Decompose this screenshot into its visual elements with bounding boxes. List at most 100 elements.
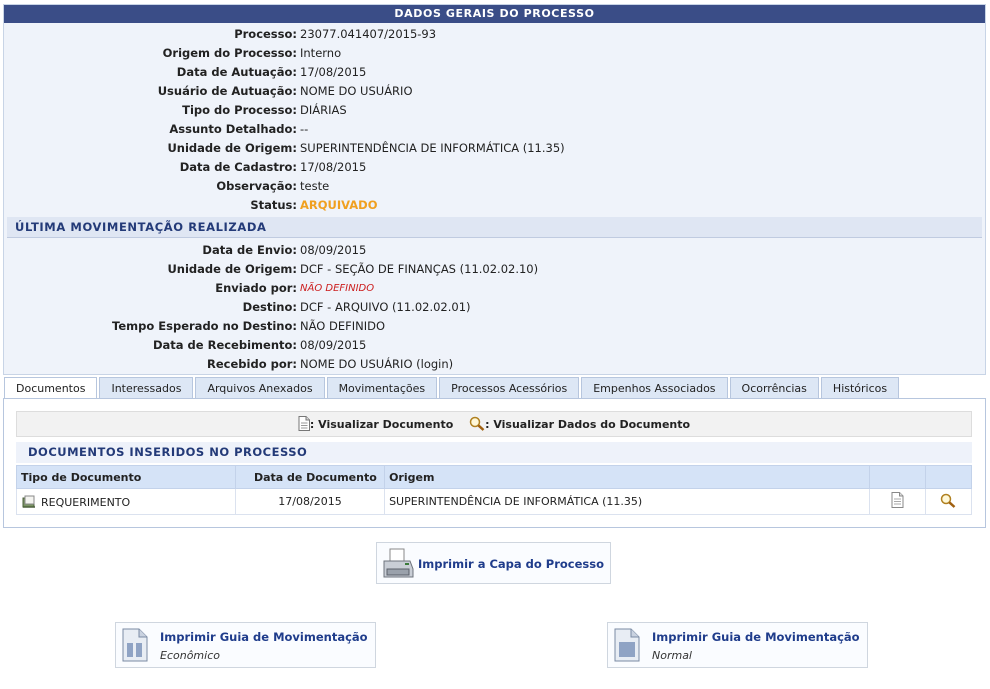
field-value: 08/09/2015 <box>300 243 367 257</box>
field-data-autuacao: Data de Autuação: 17/08/2015 <box>4 63 985 82</box>
field-unidade-origem: Unidade de Origem: SUPERINTENDÊNCIA DE I… <box>4 139 985 158</box>
field-label: Origem do Processo: <box>162 46 297 60</box>
field-label: Processo: <box>234 27 297 41</box>
field-value: -- <box>300 122 309 136</box>
field-tempo-esperado: Tempo Esperado no Destino: NÃO DEFINIDO <box>4 317 985 336</box>
cell-type: REQUERIMENTO <box>16 488 236 515</box>
field-label: Enviado por: <box>215 281 297 295</box>
field-mov-unidade-origem: Unidade de Origem: DCF - SEÇÃO DE FINANÇ… <box>4 260 985 279</box>
magnifier-icon <box>941 493 956 508</box>
tab-empenhos-associados[interactable]: Empenhos Associados <box>581 377 728 398</box>
field-recebido-por: Recebido por: NOME DO USUÁRIO (login) <box>4 355 985 374</box>
process-details-panel: DADOS GERAIS DO PROCESSO Processo: 23077… <box>3 4 986 375</box>
document-icon <box>891 492 904 508</box>
guide-document-icon <box>122 628 148 662</box>
guide-document-icon <box>614 628 640 662</box>
field-label: Unidade de Origem: <box>167 141 297 155</box>
section-title-movement: ÚLTIMA MOVIMENTAÇÃO REALIZADA <box>7 217 982 238</box>
field-label: Recebido por: <box>207 357 297 371</box>
column-header: Data de Documento <box>234 465 386 489</box>
tab-movimentacoes[interactable]: Movimentações <box>326 377 438 398</box>
field-label: Observação: <box>216 179 297 193</box>
column-header-actions <box>868 465 926 489</box>
column-header: Tipo de Documento <box>16 465 236 489</box>
field-assunto: Assunto Detalhado: -- <box>4 120 985 139</box>
view-document-data-button[interactable] <box>924 488 973 515</box>
field-label: Data de Autuação: <box>176 65 297 79</box>
field-enviado-por: Enviado por: NÃO DEFINIDO <box>4 279 985 298</box>
field-observacao: Observação: teste <box>4 177 985 196</box>
cell-date: 17/08/2015 <box>234 488 386 515</box>
field-value: 08/09/2015 <box>300 338 367 352</box>
printer-icon <box>383 548 414 578</box>
table-row: REQUERIMENTO 17/08/2015 SUPERINTENDÊNCIA… <box>16 488 973 515</box>
field-value: teste <box>300 179 330 193</box>
documents-section-title: DOCUMENTOS INSERIDOS NO PROCESSO <box>16 442 972 463</box>
field-label: Data de Cadastro: <box>179 160 297 174</box>
cell-origin: SUPERINTENDÊNCIA DE INFORMÁTICA (11.35) <box>384 488 870 515</box>
field-usuario-autuacao: Usuário de Autuação: NOME DO USUÁRIO <box>4 82 985 101</box>
field-value: NOME DO USUÁRIO (login) <box>300 357 454 371</box>
field-value: NÃO DEFINIDO <box>300 319 386 333</box>
legend-view-document-label: : Visualizar Documento <box>309 418 454 431</box>
documents-tab-panel: : Visualizar Documento : Visualizar Dado… <box>3 398 986 528</box>
print-cover-label: Imprimir a Capa do Processo <box>418 557 605 571</box>
document-type-icon <box>22 495 35 508</box>
field-label: Unidade de Origem: <box>167 262 297 276</box>
tab-arquivos-anexados[interactable]: Arquivos Anexados <box>195 377 325 398</box>
documents-table: Tipo de Documento Data de Documento Orig… <box>16 465 973 515</box>
legend-view-document: : Visualizar Documento <box>298 416 457 431</box>
field-destino: Destino: DCF - ARQUIVO (11.02.02.01) <box>4 298 985 317</box>
view-document-button[interactable] <box>868 488 926 515</box>
field-label: Tempo Esperado no Destino: <box>112 319 297 333</box>
print-guide-normal-button[interactable]: Imprimir Guia de Movimentação Normal <box>607 622 868 668</box>
magnifier-icon <box>469 416 485 431</box>
field-value: DCF - ARQUIVO (11.02.02.01) <box>300 300 471 314</box>
field-data-cadastro: Data de Cadastro: 17/08/2015 <box>4 158 985 177</box>
field-label: Data de Envio: <box>202 243 297 257</box>
tab-documentos[interactable]: Documentos <box>4 377 98 400</box>
field-tipo: Tipo do Processo: DIÁRIAS <box>4 101 985 120</box>
field-status: Status: ARQUIVADO <box>4 196 985 215</box>
print-guide-economic-button[interactable]: Imprimir Guia de Movimentação Econômico <box>115 622 376 668</box>
tab-processos-acessorios[interactable]: Processos Acessórios <box>439 377 580 398</box>
field-data-recebimento: Data de Recebimento: 08/09/2015 <box>4 336 985 355</box>
legend-view-data: : Visualizar Dados do Documento <box>469 416 691 431</box>
field-data-envio: Data de Envio: 08/09/2015 <box>4 241 985 260</box>
icon-legend: : Visualizar Documento : Visualizar Dado… <box>16 411 972 437</box>
field-value: NOME DO USUÁRIO <box>300 84 413 98</box>
field-value: DCF - SEÇÃO DE FINANÇAS (11.02.02.10) <box>300 262 539 276</box>
field-value: SUPERINTENDÊNCIA DE INFORMÁTICA (11.35) <box>300 141 565 155</box>
field-processo: Processo: 23077.041407/2015-93 <box>4 25 985 44</box>
tab-historicos[interactable]: Históricos <box>820 377 900 398</box>
field-value: DIÁRIAS <box>300 103 347 117</box>
column-header: Origem <box>384 465 870 489</box>
field-label: Status: <box>250 198 297 212</box>
tab-bar: Documentos Interessados Arquivos Anexado… <box>4 377 901 400</box>
guide-economic-subtitle: Econômico <box>160 649 220 662</box>
print-cover-button[interactable]: Imprimir a Capa do Processo <box>376 542 611 584</box>
table-header-row: Tipo de Documento Data de Documento Orig… <box>16 465 973 489</box>
guide-economic-title: Imprimir Guia de Movimentação <box>160 630 368 644</box>
field-label: Destino: <box>242 300 297 314</box>
status-badge: ARQUIVADO <box>300 198 378 212</box>
tab-ocorrencias[interactable]: Ocorrências <box>729 377 819 398</box>
field-value: NÃO DEFINIDO <box>300 283 375 294</box>
field-label: Usuário de Autuação: <box>157 84 297 98</box>
field-label: Tipo do Processo: <box>182 103 297 117</box>
tab-interessados[interactable]: Interessados <box>99 377 194 398</box>
field-value: 23077.041407/2015-93 <box>300 27 437 41</box>
column-header-actions <box>924 465 973 489</box>
panel-title: DADOS GERAIS DO PROCESSO <box>4 5 985 23</box>
document-type: REQUERIMENTO <box>41 495 131 509</box>
field-value: Interno <box>300 46 342 60</box>
legend-view-data-label: : Visualizar Dados do Documento <box>485 418 691 431</box>
field-origem: Origem do Processo: Interno <box>4 44 985 63</box>
field-value: 17/08/2015 <box>300 65 367 79</box>
guide-normal-subtitle: Normal <box>652 649 692 662</box>
field-label: Assunto Detalhado: <box>169 122 297 136</box>
guide-normal-title: Imprimir Guia de Movimentação <box>652 630 860 644</box>
document-icon <box>298 416 310 431</box>
field-value: 17/08/2015 <box>300 160 367 174</box>
field-label: Data de Recebimento: <box>152 338 297 352</box>
